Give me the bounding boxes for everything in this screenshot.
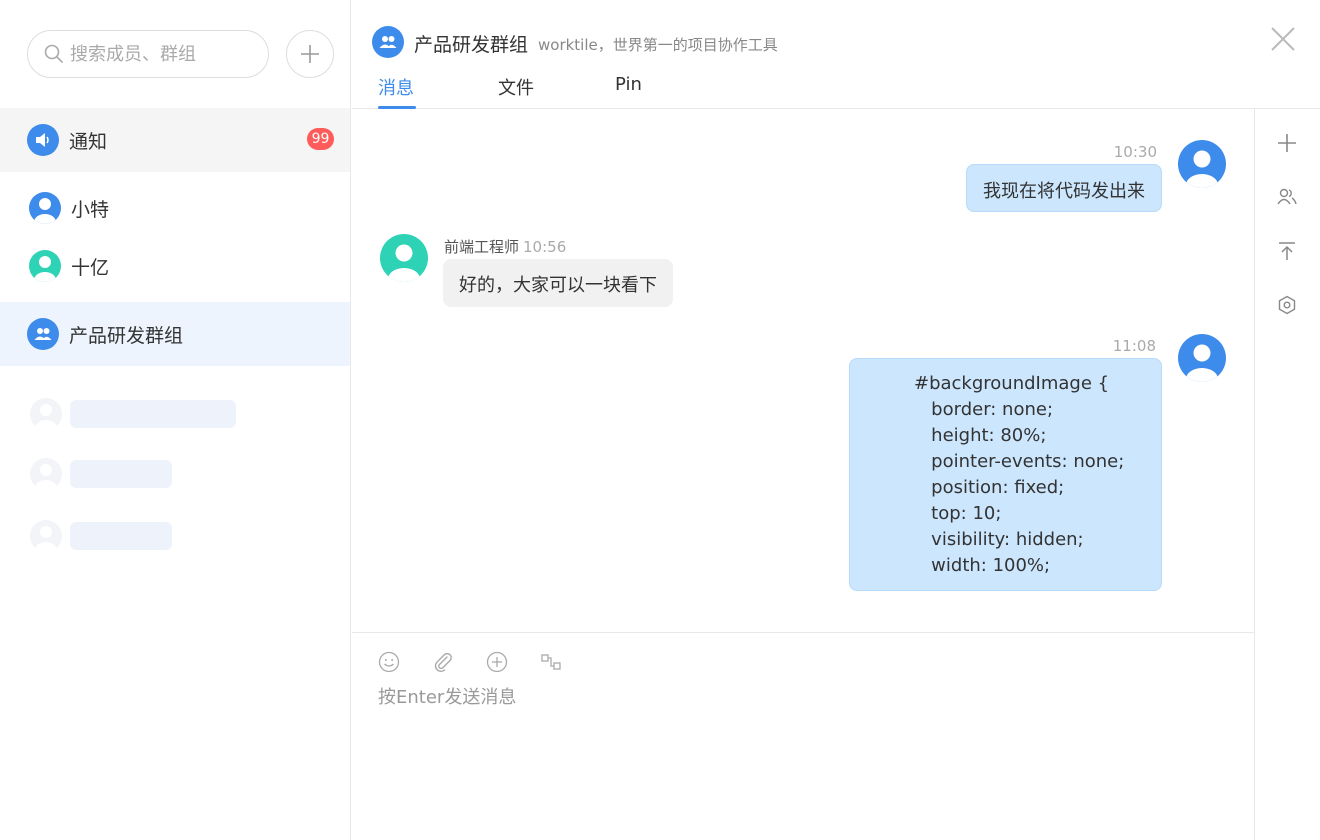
search-input[interactable] xyxy=(70,43,250,65)
plus-icon xyxy=(1278,134,1296,152)
code-line: #backgroundImage { xyxy=(914,373,1110,394)
search-box[interactable] xyxy=(27,30,269,78)
sidebar-item-label: 通知 xyxy=(69,130,108,153)
code-line: top: 10; xyxy=(914,503,1002,524)
message-text: 好的，大家可以一块看下 xyxy=(459,275,657,296)
emoji-icon[interactable] xyxy=(378,651,400,673)
search-icon xyxy=(44,44,63,63)
user-avatar-icon xyxy=(29,192,61,224)
user-avatar-icon[interactable] xyxy=(1178,334,1226,382)
add-button[interactable] xyxy=(286,30,334,78)
snippet-icon[interactable] xyxy=(540,651,562,673)
add-circle-icon[interactable] xyxy=(486,651,508,673)
pin-top-icon xyxy=(1279,242,1295,260)
members-icon xyxy=(1277,188,1297,205)
sidebar-item-notice[interactable]: 通知 99 xyxy=(0,108,350,172)
code-bubble: #backgroundImage { border: none; height:… xyxy=(849,358,1162,591)
chat-header: 产品研发群组 worktile，世界第一的项目协作工具 消息 文件 Pin xyxy=(352,0,1320,109)
pin-top-button[interactable] xyxy=(1275,239,1299,263)
code-line: width: 100%; xyxy=(914,555,1051,576)
tab-files[interactable]: 文件 xyxy=(498,74,534,100)
group-icon xyxy=(27,318,59,350)
sidebar-item-contact[interactable]: 十亿 xyxy=(0,246,350,286)
settings-icon xyxy=(1278,295,1296,315)
sidebar-item-label: 十亿 xyxy=(71,256,110,279)
placeholder-item xyxy=(30,398,236,430)
message-time: 10:30 xyxy=(1113,143,1157,161)
group-icon xyxy=(372,26,404,58)
close-icon[interactable] xyxy=(1270,26,1296,52)
sidebar-item-contact[interactable]: 小特 xyxy=(0,188,350,228)
speaker-icon xyxy=(27,124,59,156)
group-description: worktile，世界第一的项目协作工具 xyxy=(538,36,778,54)
message-text: 我现在将代码发出来 xyxy=(983,181,1145,202)
user-avatar-icon[interactable] xyxy=(1178,140,1226,188)
group-title: 产品研发群组 xyxy=(414,34,529,56)
message-time: 10:56 xyxy=(523,238,567,256)
user-avatar-icon xyxy=(29,250,61,282)
attachment-icon[interactable] xyxy=(432,651,454,673)
sender-name: 前端工程师 xyxy=(444,238,520,256)
sidebar: 通知 99 小特 十亿 产品研发群组 xyxy=(0,0,351,840)
plus-icon xyxy=(301,45,319,63)
message-bubble: 我现在将代码发出来 xyxy=(966,164,1162,212)
placeholder-item xyxy=(30,520,172,552)
sidebar-item-label: 产品研发群组 xyxy=(69,324,184,347)
code-line: height: 80%; xyxy=(914,425,1047,446)
code-line: position: fixed; xyxy=(914,477,1065,498)
message-composer xyxy=(352,632,1254,840)
message-time: 11:08 xyxy=(1112,337,1156,355)
message-input[interactable] xyxy=(378,683,1218,823)
user-avatar-icon[interactable] xyxy=(380,234,428,282)
tab-pin[interactable]: Pin xyxy=(615,74,642,95)
chat-panel: 产品研发群组 worktile，世界第一的项目协作工具 消息 文件 Pin 10… xyxy=(352,0,1320,840)
members-button[interactable] xyxy=(1275,185,1299,209)
message-list: 10:30 我现在将代码发出来 前端工程师 10:56 好的，大家可以一块看下 1… xyxy=(352,109,1254,632)
code-line: border: none; xyxy=(914,399,1054,420)
code-line: visibility: hidden; xyxy=(914,529,1084,550)
right-toolbar xyxy=(1254,109,1320,840)
add-tool-button[interactable] xyxy=(1275,131,1299,155)
placeholder-item xyxy=(30,458,172,490)
sidebar-item-group[interactable]: 产品研发群组 xyxy=(0,302,350,366)
code-line: pointer-events: none; xyxy=(914,451,1125,472)
message-bubble: 好的，大家可以一块看下 xyxy=(443,259,673,307)
sidebar-item-label: 小特 xyxy=(71,198,110,221)
message-sender: 前端工程师 10:56 xyxy=(444,236,566,257)
settings-button[interactable] xyxy=(1275,293,1299,317)
unread-badge: 99 xyxy=(307,128,334,150)
tab-messages[interactable]: 消息 xyxy=(378,74,414,100)
